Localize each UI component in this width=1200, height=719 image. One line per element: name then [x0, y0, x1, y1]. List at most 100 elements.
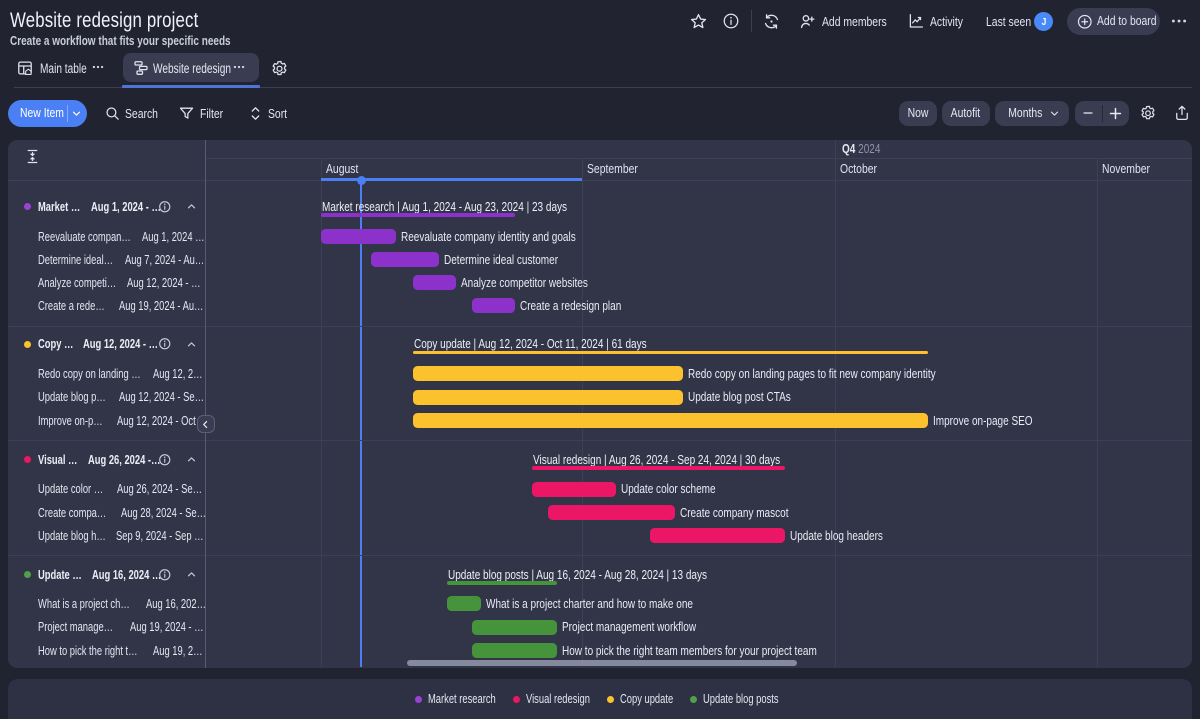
filter-button[interactable]: Filter: [200, 105, 229, 123]
activity-button[interactable]: Activity: [930, 13, 971, 31]
group-collapse-chevron-icon[interactable]: [185, 568, 198, 581]
sidebar-task-name[interactable]: How to pick the right t…: [38, 642, 171, 660]
sidebar-task-name[interactable]: Project manage…: [38, 618, 138, 636]
info-icon[interactable]: [722, 12, 740, 30]
sidebar-collapse-handle[interactable]: [197, 415, 215, 433]
search-icon: [104, 105, 121, 122]
export-icon[interactable]: [1173, 104, 1191, 122]
sidebar-task-name-text: Update color …: [38, 480, 103, 498]
group-info-icon[interactable]: [158, 568, 172, 582]
sidebar-group-name[interactable]: Copy …: [38, 335, 85, 353]
sidebar-task-dates: Aug 19, 2024 - …: [130, 618, 228, 636]
favorite-star-icon[interactable]: [689, 12, 708, 31]
add-members-button[interactable]: Add members: [822, 13, 903, 31]
sidebar-task-dates: Aug 12, 2024 - …: [127, 274, 225, 292]
sidebar-group-name[interactable]: Update …: [38, 566, 96, 584]
gantt-settings-gear-icon-text: [1139, 104, 1157, 122]
gantt-task-bar[interactable]: [413, 413, 928, 428]
board-more-options-icon[interactable]: [1170, 12, 1188, 30]
sidebar-group-name[interactable]: Market …: [38, 198, 94, 216]
gantt-task-bar[interactable]: [532, 482, 616, 497]
activity-icon-text: [907, 12, 925, 30]
gantt-group-duration-bar[interactable]: [447, 581, 557, 585]
legend-label[interactable]: Copy update: [620, 690, 673, 708]
group-collapse-chevron-icon[interactable]: [185, 200, 198, 213]
sidebar-task-name[interactable]: Create compa…: [38, 504, 129, 522]
gantt-task-label: What is a project charter and how to mak…: [486, 595, 755, 613]
sidebar-group-name-text: Market …: [38, 198, 80, 216]
legend-label[interactable]: Update blog posts: [703, 690, 779, 708]
gantt-task-bar[interactable]: [472, 643, 556, 658]
sidebar-task-name-text: Improve on-p…: [38, 412, 103, 430]
integrations-sync-icon[interactable]: [762, 12, 781, 31]
gantt-task-bar[interactable]: [447, 596, 481, 611]
legend-label[interactable]: Visual redesign: [526, 690, 590, 708]
sidebar-task-name[interactable]: What is a project ch…: [38, 595, 160, 613]
new-item-dropdown-icon-text: [70, 107, 83, 120]
group-collapse-chevron-icon-text: [185, 338, 198, 351]
gantt-group-duration-bar[interactable]: [413, 351, 928, 355]
zoom-out-button[interactable]: [1075, 101, 1102, 126]
gantt-task-bar[interactable]: [413, 390, 683, 405]
gantt-task-bar[interactable]: [548, 505, 675, 520]
sidebar-task-dates-text: Aug 19, 2024 - …: [130, 618, 203, 636]
gantt-task-bar[interactable]: [321, 229, 397, 244]
group-info-icon[interactable]: [158, 337, 172, 351]
add-members-icon[interactable]: [798, 12, 817, 31]
group-collapse-chevron-icon[interactable]: [185, 453, 198, 466]
zoom-level-select-text-text: Months: [1008, 104, 1042, 122]
gantt-settings-gear-icon[interactable]: [1139, 104, 1157, 122]
board-settings-gear-icon[interactable]: [270, 59, 289, 78]
month-label-november-text: November: [1102, 161, 1150, 177]
sidebar-task-name[interactable]: Determine ideal…: [38, 251, 138, 269]
group-info-icon[interactable]: [158, 200, 172, 214]
now-button[interactable]: Now: [899, 101, 937, 126]
search-button[interactable]: Search: [125, 105, 166, 123]
search-button-text: Search: [125, 105, 158, 123]
gantt-task-bar[interactable]: [413, 366, 683, 381]
sidebar-group-name[interactable]: Visual …: [38, 451, 91, 469]
collapse-all-icon[interactable]: [24, 148, 41, 165]
sidebar-task-name[interactable]: Update blog h…: [38, 527, 128, 545]
zoom-level-select[interactable]: Months: [995, 101, 1069, 126]
gantt-group-duration-bar[interactable]: [321, 213, 515, 217]
new-item-dropdown-icon[interactable]: [70, 107, 83, 120]
group-info-icon[interactable]: [158, 453, 172, 467]
main-table-menu-icon[interactable]: [91, 60, 105, 74]
sidebar-group-name-text: Copy …: [38, 335, 73, 353]
new-item-button-text-text: New Item: [20, 104, 64, 122]
gantt-tab-icon: [132, 59, 150, 77]
sidebar-task-name-text: Redo copy on landing …: [38, 365, 141, 383]
gantt-group-duration-bar[interactable]: [532, 466, 785, 470]
sidebar-task-dates-text: Aug 19, 2…: [153, 642, 203, 660]
month-label-august-text: August: [326, 161, 358, 177]
new-item-button[interactable]: New Item: [8, 100, 87, 127]
website-redesign-menu-icon[interactable]: [232, 60, 246, 74]
sidebar-task-name-text: Create a rede…: [38, 297, 105, 315]
activity-icon[interactable]: [907, 12, 925, 30]
sidebar-task-name-text: How to pick the right t…: [38, 642, 138, 660]
sidebar-task-dates-text: Aug 12, 2024 - Oct…: [117, 412, 205, 430]
gantt-task-bar[interactable]: [472, 620, 556, 635]
gantt-task-label-text: How to pick the right team members for y…: [562, 642, 817, 660]
sidebar-task-name[interactable]: Improve on-p…: [38, 412, 124, 430]
legend-label[interactable]: Market research: [428, 690, 496, 708]
sort-button[interactable]: Sort: [268, 105, 292, 123]
sidebar-task-name[interactable]: Update color …: [38, 480, 125, 498]
horizontal-scrollbar-thumb[interactable]: [407, 660, 797, 666]
sidebar-chart-divider[interactable]: [205, 140, 206, 668]
gantt-task-bar[interactable]: [650, 528, 785, 543]
gantt-task-bar[interactable]: [371, 252, 439, 267]
user-avatar[interactable]: J: [1034, 12, 1053, 31]
sidebar-task-dates: Aug 26, 2024 - Se…: [117, 480, 230, 498]
zoom-in-button[interactable]: [1102, 101, 1129, 126]
month-label-october: October: [840, 160, 886, 178]
gantt-board: Q4 2024AugustSeptemberOctoberNovemberMar…: [8, 140, 1192, 668]
activity-button-text: Activity: [930, 13, 963, 31]
group-collapse-chevron-icon[interactable]: [185, 338, 198, 351]
add-to-board-button[interactable]: Add to board: [1067, 8, 1160, 36]
gantt-task-bar[interactable]: [413, 275, 455, 290]
gantt-task-bar[interactable]: [472, 298, 514, 313]
sidebar-task-name[interactable]: Update blog p…: [38, 388, 128, 406]
sidebar-task-name[interactable]: Create a rede…: [38, 297, 127, 315]
